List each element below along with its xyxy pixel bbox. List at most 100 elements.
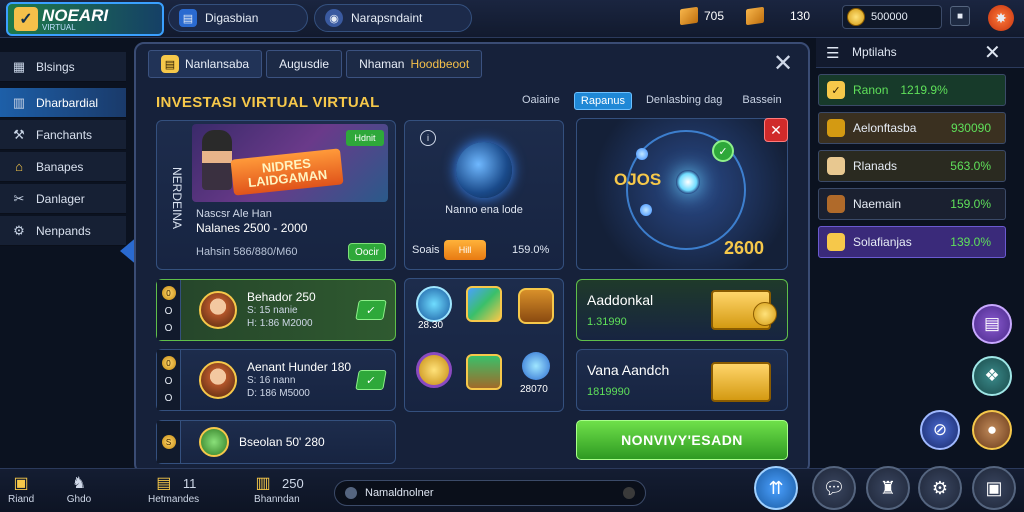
tab-label-highlight: Hoodbeoot (410, 57, 470, 71)
stat-row-3[interactable]: Naemain 159.0% (818, 188, 1006, 220)
stat-row-0[interactable]: ✓ Ranon 1219.9% (818, 74, 1006, 106)
bag-icon: ● (986, 420, 998, 439)
globe-icon: ◉ (325, 9, 343, 27)
globe-icon (456, 142, 512, 198)
agent-select-button[interactable]: ✓ (355, 300, 387, 320)
panel-close-icon[interactable]: ✕ (770, 50, 796, 77)
barrel-icon[interactable] (518, 288, 554, 324)
chat-input[interactable]: Namaldnolner (334, 480, 646, 506)
tab-2[interactable]: Nhaman Hoodbeoot (346, 50, 483, 78)
featured-artwork: NIDRES LAIDGAMAN Hdnit (192, 124, 388, 202)
sidebar-item-4[interactable]: ✂ Danlager (0, 184, 126, 214)
gear-icon: ⚙ (931, 477, 949, 498)
filter-3[interactable]: Bassein (736, 92, 787, 110)
menu-square-button[interactable]: ■ (950, 6, 970, 26)
quest-button[interactable]: ▤ (972, 304, 1012, 344)
sidebar-item-5[interactable]: ⚙ Nenpands (0, 216, 126, 246)
stat-row-value: 930090 (950, 121, 991, 135)
right-panel-title: Mptilahs (852, 45, 897, 59)
sidebar-item-2[interactable]: ⚒ Fanchants (0, 120, 126, 150)
medal-icon[interactable] (416, 352, 452, 388)
bottom-item-1[interactable]: ♞ Ghdo (66, 472, 92, 505)
coin-icon (847, 8, 865, 26)
game-logo[interactable]: ✓ NOEARI VIRTUAL (6, 2, 164, 36)
panel-title: INVESTASI VIRTUAL VIRTUAL (156, 94, 380, 111)
agent-title: Aenant Hunder 180 (247, 360, 352, 374)
agent-title: Bseolan 50' 280 (239, 435, 325, 449)
featured-button[interactable]: Oocir (348, 243, 386, 261)
reward-card-1[interactable]: Vana Aandch 1819990 (576, 349, 788, 411)
stat-row-1[interactable]: Aelonftasba 930090 (818, 112, 1006, 144)
stat-row-2[interactable]: Rlanads 563.0% (818, 150, 1006, 182)
pet-icon: ❖ (984, 366, 1000, 385)
right-panel-close-icon[interactable]: ✕ (984, 40, 1001, 65)
shop-button[interactable]: ▣ (972, 466, 1016, 510)
sidebar-item-0[interactable]: ▦ Blsings (0, 52, 126, 82)
top-tab-news-label: Digasbian (205, 11, 259, 25)
stat-row-value: 563.0% (950, 159, 991, 173)
logo-mark-icon: ✓ (14, 7, 38, 31)
record-icon[interactable] (623, 487, 635, 499)
tab-label: Augusdie (279, 57, 330, 71)
tab-1[interactable]: Augusdie (266, 50, 343, 78)
energy-core (676, 170, 700, 194)
bottom-item-3[interactable]: ▥ 250 Bhanndan (250, 472, 304, 505)
blue-orb-icon[interactable] (416, 286, 452, 322)
map-icon[interactable] (466, 286, 502, 322)
chat-button[interactable]: 💬︎ (812, 466, 856, 510)
featured-line-3: Hahsin 586/880/M60 (196, 246, 298, 258)
info-icon[interactable]: i (420, 130, 436, 146)
bottom-item-2[interactable]: ▤ 11 Hetmandes (148, 472, 199, 505)
gold-counter: 500000 (842, 5, 942, 29)
filter-0[interactable]: Oaiaine (516, 92, 566, 110)
sidebar-item-3[interactable]: ⌂ Banapes (0, 152, 126, 182)
stat-row-label: Naemain (853, 197, 902, 211)
agent-card-2[interactable]: S Bseolan 50' 280 (156, 420, 396, 464)
folder-icon: ▤ (161, 55, 179, 73)
sidebar-item-label: Nenpands (36, 223, 91, 238)
house-icon: ⌂ (15, 159, 23, 174)
chest-icon[interactable] (466, 354, 502, 390)
top-tab-world[interactable]: ◉ Narapsndaint (314, 4, 472, 32)
bottom-item-value: 11 (182, 475, 197, 491)
left-sidebar: ▦ Blsings ▥ Dharbardial ⚒ Fanchants ⌂ Ba… (0, 46, 126, 256)
filter-1[interactable]: Rapanus (573, 92, 632, 110)
hero-button[interactable]: ♜ (866, 466, 910, 510)
chat-text: Namaldnolner (365, 487, 434, 499)
hamburger-icon[interactable]: ☰ (826, 44, 844, 62)
feather-icon[interactable] (522, 352, 550, 380)
orbit-node (636, 148, 648, 160)
gear-icon: ⚙ (13, 222, 25, 238)
bag-button[interactable]: ● (972, 410, 1012, 450)
items-top-label: 28.30 (418, 320, 444, 331)
agent-card-0[interactable]: 0OO Behador 250 S: 15 nanie H: 1:86 M200… (156, 279, 396, 341)
agent-rank: 0OO (157, 350, 181, 410)
pet-button[interactable]: ❖ (972, 356, 1012, 396)
agent-rank: 0OO (157, 280, 181, 340)
agent-select-button[interactable]: ✓ (355, 370, 387, 390)
bottom-item-0[interactable]: ▣ Riand (8, 472, 34, 505)
reward-card-0[interactable]: Aaddonkal 1.31990 (576, 279, 788, 341)
bottom-item-label: Ghdo (66, 494, 92, 505)
filter-2[interactable]: Denlasbing dag (640, 92, 728, 110)
checkmark-icon: ✓ (827, 81, 845, 99)
upgrade-button[interactable]: ⇈ (754, 466, 798, 510)
sidebar-item-1[interactable]: ▥ Dharbardial (0, 88, 126, 118)
globe-pill[interactable]: Hill (444, 240, 486, 260)
bank-icon: ▥ (255, 475, 271, 492)
invest-cta-button[interactable]: NONVIVY'ESADN (576, 420, 788, 460)
resource-crates: 705 (680, 6, 724, 26)
tab-0[interactable]: ▤ Nanlansaba (148, 50, 263, 78)
settings-button[interactable]: ⚙ (918, 466, 962, 510)
compass-button[interactable]: ⊘ (920, 410, 960, 450)
agent-card-1[interactable]: 0OO Aenant Hunder 180 S: 16 nann D: 186 … (156, 349, 396, 411)
orbit-close-icon[interactable]: ✕ (764, 118, 788, 142)
stat-row-4[interactable]: Solafianjas 139.0% (818, 226, 1006, 258)
fire-button[interactable]: ✸ (988, 5, 1014, 31)
top-tab-news[interactable]: ▤ Digasbian (168, 4, 308, 32)
shop-icon: ▣ (985, 477, 1003, 498)
sidebar-item-label: Dharbardial (36, 95, 99, 110)
agent-sub-2: H: 1:86 M2000 (247, 318, 313, 329)
cube-icon (746, 6, 764, 26)
scroll-icon (827, 157, 845, 175)
